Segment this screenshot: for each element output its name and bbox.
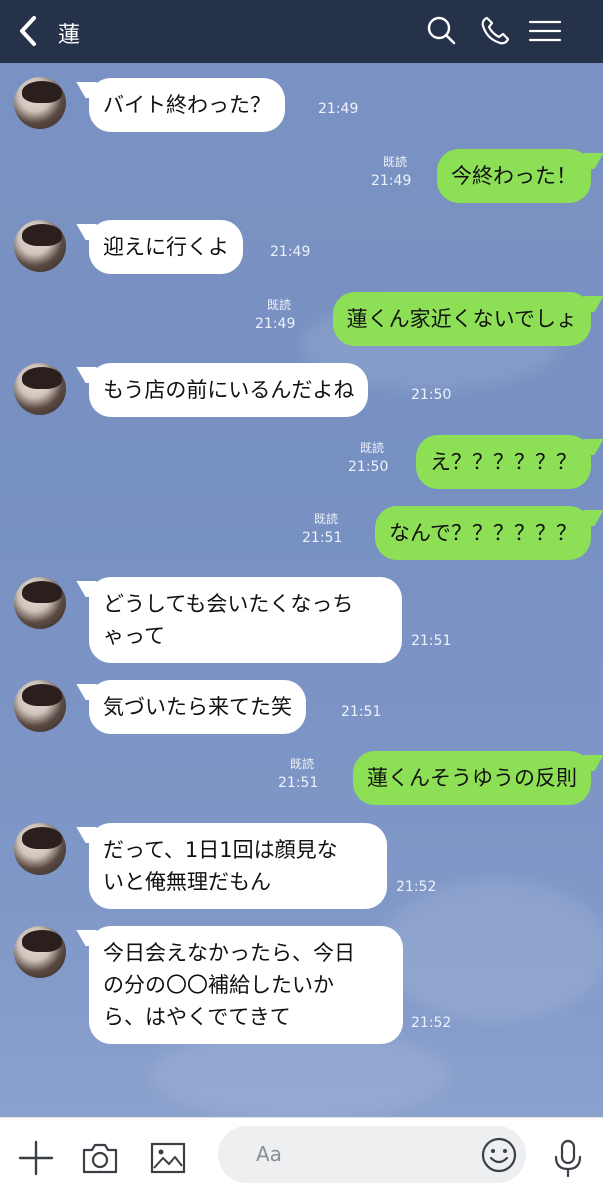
microphone-icon[interactable]: [548, 1138, 588, 1178]
message-time: 21:52: [411, 1015, 452, 1031]
message-time: 21:51: [341, 704, 382, 720]
message-input[interactable]: Aa: [218, 1126, 526, 1183]
message-time: 21:52: [396, 879, 437, 895]
message-bubble-incoming[interactable]: バイト終わった？: [89, 78, 285, 132]
message-time: 21:50: [411, 387, 452, 403]
message-bubble-incoming[interactable]: 今日会えなかったら、今日 の分の〇〇補給したいか ら、はやくでてきて: [89, 926, 403, 1044]
message-bubble-incoming[interactable]: どうしても会いたくなっち ゃって: [89, 577, 402, 663]
message-time: 21:49: [318, 101, 359, 117]
message-time: 21:49: [255, 316, 296, 332]
message-time: 21:50: [348, 459, 389, 475]
read-receipt: 既読: [290, 757, 315, 771]
plus-icon[interactable]: [16, 1138, 56, 1178]
message-bubble-outgoing[interactable]: 今終わった！: [437, 149, 591, 203]
message-bubble-incoming[interactable]: だって、1日1回は顔見な いと俺無理だもん: [89, 823, 387, 909]
message-time: 21:49: [270, 244, 311, 260]
search-icon[interactable]: [424, 14, 458, 48]
avatar[interactable]: [14, 823, 66, 875]
message-bubble-incoming[interactable]: 気づいたら来てた笑: [89, 680, 306, 734]
avatar[interactable]: [14, 926, 66, 978]
phone-icon[interactable]: [478, 14, 512, 48]
avatar[interactable]: [14, 77, 66, 129]
message-input-placeholder: Aa: [256, 1142, 282, 1166]
message-bubble-outgoing[interactable]: 蓮くん家近くないでしょ: [332, 292, 591, 346]
read-receipt: 既読: [383, 155, 408, 169]
read-receipt: 既読: [267, 298, 292, 312]
avatar[interactable]: [14, 363, 66, 415]
read-receipt: 既読: [314, 512, 339, 526]
message-time: 21:51: [411, 633, 452, 649]
chat-header: 蓮: [0, 0, 603, 63]
read-receipt: 既読: [360, 441, 385, 455]
message-time: 21:49: [371, 173, 412, 189]
message-time: 21:51: [278, 775, 319, 791]
message-bubble-outgoing[interactable]: 蓮くんそうゆうの反則: [353, 751, 591, 805]
message-time: 21:51: [302, 530, 343, 546]
menu-icon[interactable]: [528, 14, 562, 48]
chat-title: 蓮: [58, 23, 81, 48]
message-bubble-outgoing[interactable]: え？？？？？？: [416, 435, 591, 489]
image-icon[interactable]: [148, 1138, 188, 1178]
message-bubble-outgoing[interactable]: なんで？？？？？？: [375, 506, 591, 560]
camera-icon[interactable]: [80, 1138, 120, 1178]
message-list[interactable]: バイト終わった？ 21:49 既読 21:49 今終わった！ 迎えに行くよ 21…: [0, 63, 603, 1117]
message-bubble-incoming[interactable]: もう店の前にいるんだよね: [89, 363, 369, 417]
avatar[interactable]: [14, 220, 66, 272]
avatar[interactable]: [14, 577, 66, 629]
avatar[interactable]: [14, 680, 66, 732]
back-chevron-icon[interactable]: [14, 14, 44, 48]
emoji-icon[interactable]: [480, 1136, 518, 1174]
composer-bar: Aa: [0, 1117, 603, 1201]
message-bubble-incoming[interactable]: 迎えに行くよ: [89, 220, 243, 274]
